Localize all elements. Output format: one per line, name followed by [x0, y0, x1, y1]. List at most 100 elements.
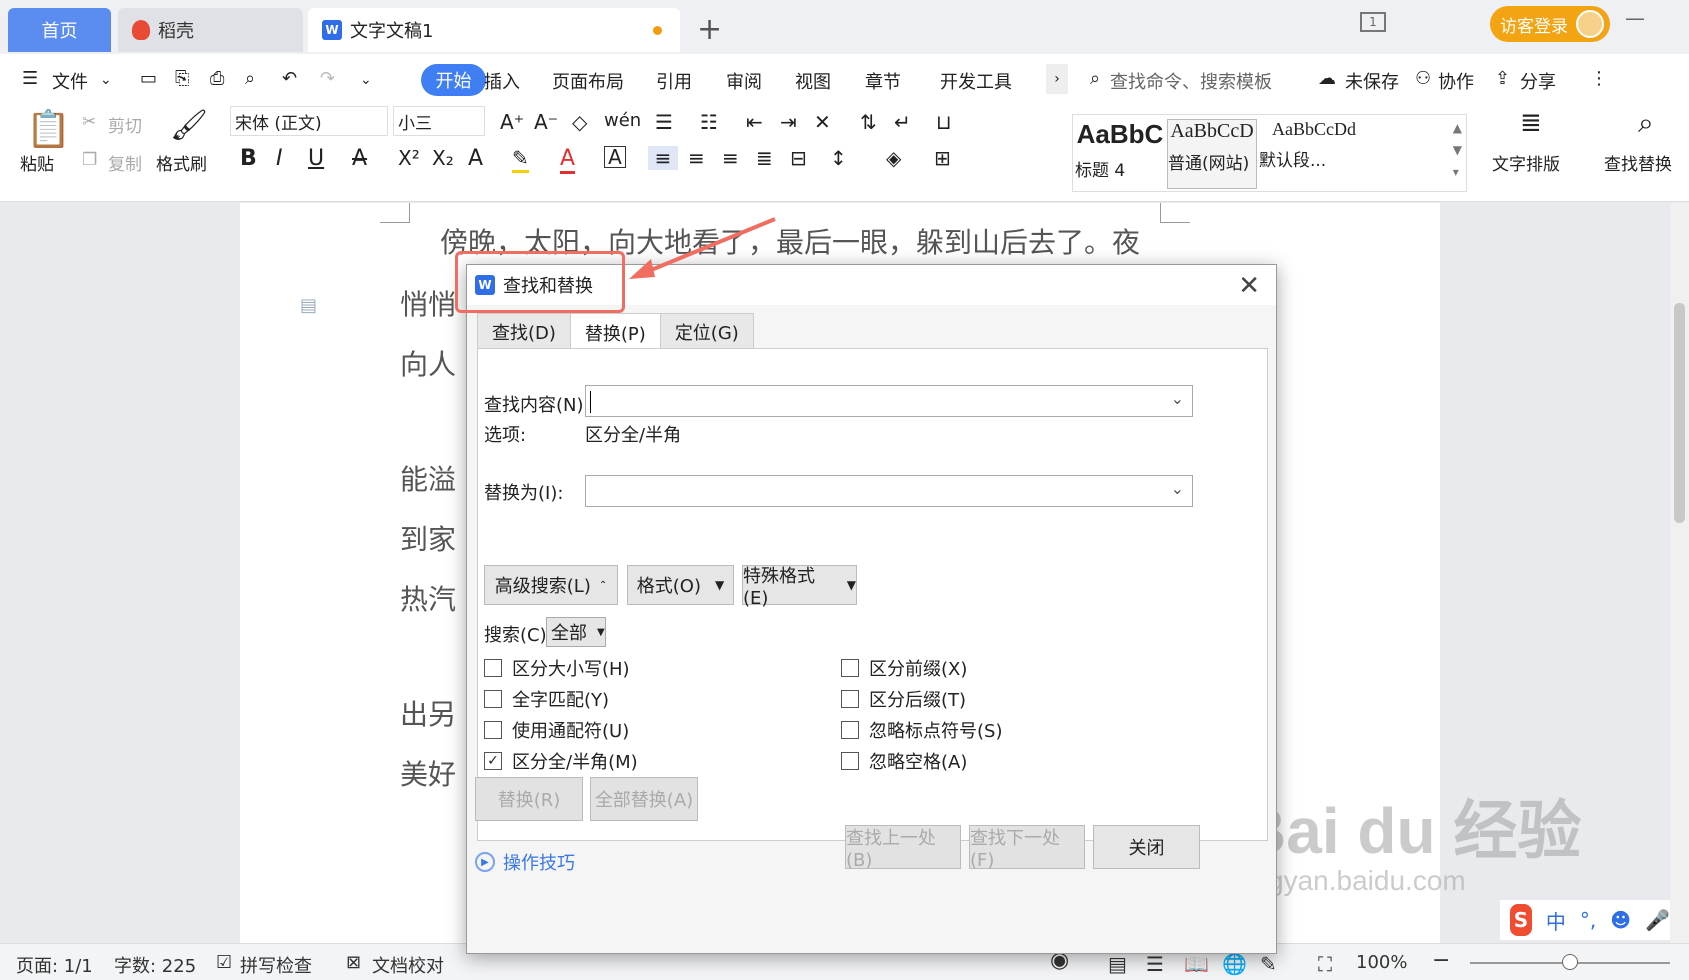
numbered-list-icon[interactable]: ☷	[700, 110, 718, 134]
checkbox-box[interactable]	[841, 690, 859, 708]
page-view-mode-icon[interactable]: ▤	[1108, 952, 1127, 976]
checkbox-match-case[interactable]: 区分大小写(H)	[484, 655, 630, 681]
fit-screen-icon[interactable]: ⛶	[1318, 952, 1332, 976]
find-prev-button[interactable]: 查找上一处(B)	[845, 825, 961, 871]
style-normal-web[interactable]: AaBbCcD 普通(网站)	[1167, 119, 1257, 189]
menu-file[interactable]: 文件	[52, 68, 88, 94]
format-painter-icon[interactable]: 🖌	[170, 108, 208, 143]
checkbox-whole-word[interactable]: 全字匹配(Y)	[484, 686, 609, 712]
menu-view[interactable]: 视图	[795, 68, 831, 94]
bullet-list-icon[interactable]: ☰	[655, 110, 673, 134]
checkbox-box[interactable]	[484, 690, 502, 708]
menu-start[interactable]: 开始	[421, 64, 486, 96]
tips-link[interactable]: ▶ 操作技巧	[475, 849, 575, 875]
copy-button[interactable]: 复制	[108, 150, 142, 175]
checkbox-ignore-space[interactable]: 忽略空格(A)	[841, 748, 967, 774]
replace-input[interactable]: ⌄	[585, 475, 1193, 507]
font-name-select[interactable]: 宋体 (正文)	[230, 106, 388, 136]
checkbox-match-prefix[interactable]: 区分前缀(X)	[841, 655, 967, 681]
bold-icon[interactable]: B	[240, 146, 257, 171]
write-mode-icon[interactable]: ✎	[1260, 952, 1277, 976]
checkbox-box[interactable]	[841, 752, 859, 770]
checkbox-box[interactable]	[841, 659, 859, 677]
zoom-out-icon[interactable]: −	[1432, 948, 1450, 973]
shading-icon[interactable]: ◈	[886, 146, 901, 170]
align-right-icon[interactable]: ≡	[722, 146, 739, 170]
decrease-indent-icon[interactable]: ⇤	[746, 110, 763, 134]
phonetic-icon[interactable]: wén	[604, 110, 641, 131]
emoji-icon[interactable]: ☻	[1610, 908, 1631, 932]
menu-dev-tools[interactable]: 开发工具	[940, 68, 1012, 94]
tab-find[interactable]: 查找(D)	[477, 313, 571, 349]
distributed-icon[interactable]: ⊟	[790, 146, 807, 170]
strikethrough-icon[interactable]: A	[352, 146, 367, 171]
tab-document[interactable]: W 文字文稿1	[308, 8, 680, 52]
menu-insert[interactable]: 插入	[484, 68, 520, 94]
scrollbar-thumb[interactable]	[1674, 303, 1685, 523]
menu-reference[interactable]: 引用	[656, 68, 692, 94]
minimize-icon[interactable]: —	[1625, 6, 1645, 30]
align-left-icon[interactable]: ≡	[648, 146, 678, 170]
justify-icon[interactable]: ≣	[756, 146, 773, 170]
zoom-level[interactable]: 100%	[1356, 952, 1407, 973]
style-default-paragraph[interactable]: AaBbCcDd 默认段...	[1259, 119, 1369, 189]
chinese-layout-icon[interactable]: ✕	[814, 110, 831, 134]
search-scope-select[interactable]: 全部 ▼	[546, 617, 606, 647]
tab-replace[interactable]: 替换(P)	[569, 313, 661, 351]
customize-chevron-icon[interactable]: ⌄	[360, 72, 372, 88]
share-button[interactable]: 分享	[1520, 68, 1556, 94]
zoom-slider-thumb[interactable]	[1562, 954, 1578, 970]
save-icon[interactable]: ▭	[140, 68, 157, 89]
more-icon[interactable]: ⋮	[1590, 68, 1608, 89]
paste-button[interactable]: 粘贴	[20, 150, 54, 175]
checkbox-box[interactable]	[484, 721, 502, 739]
tab-goto[interactable]: 定位(G)	[659, 313, 754, 349]
char-border-icon[interactable]: A	[604, 146, 626, 168]
page-view-icon[interactable]: 1	[1360, 12, 1386, 32]
tab-home[interactable]: 首页	[8, 8, 111, 52]
find-replace-icon[interactable]: ⌕	[1638, 106, 1654, 140]
web-mode-icon[interactable]: 🌐	[1222, 952, 1247, 976]
grow-font-icon[interactable]: A⁺	[500, 110, 524, 134]
print-icon[interactable]: ⎙	[210, 68, 224, 89]
menu-review[interactable]: 审阅	[726, 68, 762, 94]
replace-button[interactable]: 替换(R)	[475, 777, 583, 821]
undo-icon[interactable]: ↶	[282, 68, 297, 89]
text-layout-icon[interactable]: ≣	[1520, 108, 1542, 138]
redo-icon[interactable]: ↷	[320, 68, 335, 89]
export-icon[interactable]: ⎘	[175, 68, 189, 89]
font-color-icon[interactable]: A	[560, 146, 576, 174]
advanced-search-button[interactable]: 高级搜索(L) ⌃	[484, 565, 618, 605]
copy-icon[interactable]: ❐	[82, 150, 97, 170]
paragraph-marker-icon[interactable]: ▤	[300, 295, 317, 316]
outline-mode-icon[interactable]: ☰	[1146, 952, 1164, 976]
spell-check-button[interactable]: 拼写检查	[240, 952, 312, 978]
replace-all-button[interactable]: 全部替换(A)	[590, 777, 698, 821]
menu-section[interactable]: 章节	[865, 68, 901, 94]
menu-page-layout[interactable]: 页面布局	[552, 68, 624, 94]
cut-button[interactable]: 剪切	[108, 112, 142, 137]
checkbox-box-checked[interactable]: ✓	[484, 752, 502, 770]
checkbox-full-half-width[interactable]: ✓ 区分全/半角(M)	[484, 748, 638, 774]
search-icon[interactable]: ⌕	[1090, 68, 1100, 89]
chevron-down-icon[interactable]: ⌄	[1171, 479, 1184, 498]
text-layout-button[interactable]: 文字排版	[1492, 150, 1560, 175]
tab-stops-icon[interactable]: ⊔	[936, 110, 952, 134]
clear-format-icon[interactable]: ◇	[572, 110, 587, 134]
vertical-scrollbar[interactable]	[1670, 203, 1689, 943]
doc-proof-button[interactable]: 文档校对	[372, 952, 444, 978]
italic-icon[interactable]: I	[276, 146, 283, 171]
font-size-select[interactable]: 小三	[393, 106, 485, 136]
ime-mode[interactable]: 中	[1546, 906, 1566, 935]
collaborate-button[interactable]: 协作	[1438, 68, 1474, 94]
special-format-button[interactable]: 特殊格式(E) ▼	[742, 565, 857, 609]
new-tab-button[interactable]: +	[697, 12, 722, 47]
show-marks-icon[interactable]: ↵	[894, 110, 911, 134]
ime-toolbar[interactable]: S 中 °, ☻ 🎤	[1500, 900, 1670, 940]
mic-icon[interactable]: 🎤	[1645, 908, 1670, 932]
checkbox-match-suffix[interactable]: 区分后缀(T)	[841, 686, 966, 712]
superscript-icon[interactable]: X²	[398, 146, 420, 170]
checkbox-ignore-punct[interactable]: 忽略标点符号(S)	[841, 717, 1002, 743]
hamburger-icon[interactable]: ☰	[22, 68, 38, 89]
unsaved-status[interactable]: 未保存	[1345, 68, 1399, 94]
